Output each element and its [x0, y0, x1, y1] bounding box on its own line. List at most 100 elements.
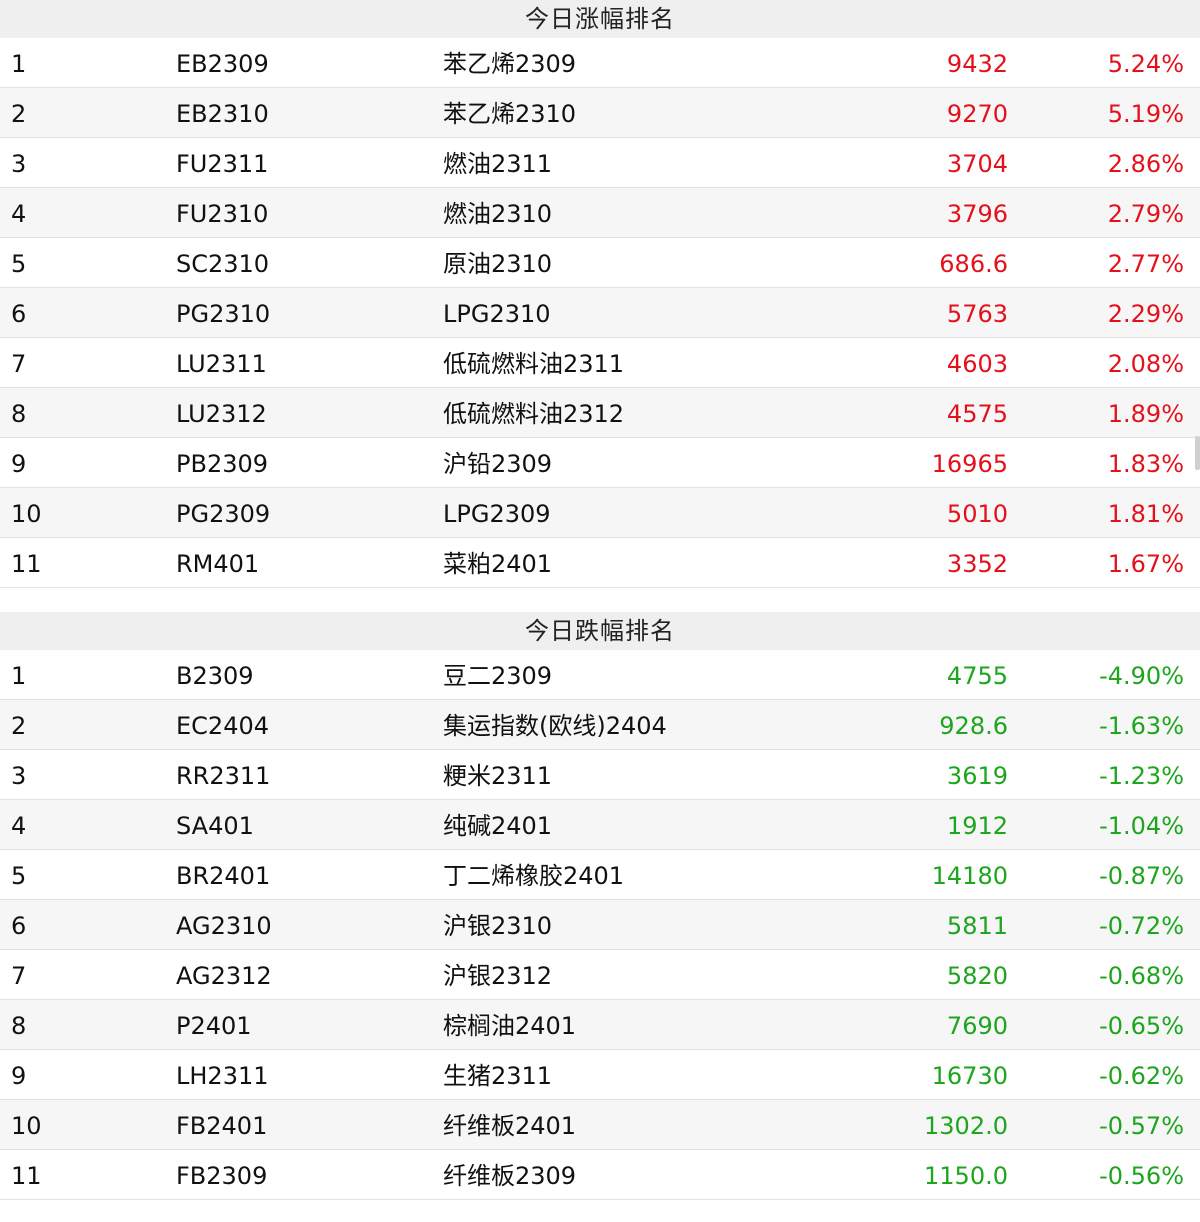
name-cell: 集运指数(欧线)2404	[443, 712, 667, 740]
name-cell: 燃油2310	[443, 200, 553, 228]
table-row[interactable]: 9 LH2311 生猪2311 16730 -0.62%	[0, 1050, 1200, 1100]
change-cell: -0.57%	[1099, 1112, 1184, 1140]
name-cell: 生猪2311	[443, 1062, 553, 1090]
price-cell: 3619	[946, 762, 1008, 790]
gainers-panel[interactable]: 今日涨幅排名 1 EB2309 苯乙烯2309 9432 5.24% 2 EB2310 苯乙烯…	[0, 0, 1200, 612]
name-cell: 沪银2310	[443, 912, 553, 940]
price-cell: 4755	[946, 662, 1008, 690]
name-cell: 粳米2311	[443, 762, 553, 790]
rank-cell: 11	[11, 550, 42, 578]
change-cell: -1.23%	[1099, 762, 1184, 790]
name-cell: 沪银2312	[443, 962, 553, 990]
change-cell: 1.89%	[1107, 400, 1184, 428]
price-cell: 3352	[946, 550, 1008, 578]
code-cell: B2309	[176, 662, 254, 690]
name-cell: LPG2309	[443, 500, 551, 528]
losers-panel[interactable]: 今日跌幅排名 1 B2309 豆二2309 4755 -4.90% 2 EC2404 集运指数…	[0, 612, 1200, 1222]
table-row[interactable]: 10 PG2309 LPG2309 5010 1.81%	[0, 488, 1200, 538]
name-cell: 低硫燃料油2312	[443, 400, 625, 428]
code-cell: LU2311	[176, 350, 267, 378]
code-cell: RR2311	[176, 762, 271, 790]
losers-list[interactable]: 1 B2309 豆二2309 4755 -4.90% 2 EC2404 集运指数(欧线)240…	[0, 650, 1200, 1200]
name-cell: 豆二2309	[443, 662, 553, 690]
price-cell: 4603	[946, 350, 1008, 378]
rank-cell: 10	[11, 1112, 42, 1140]
rank-cell: 1	[11, 50, 27, 78]
rank-cell: 6	[11, 300, 27, 328]
table-row[interactable]: 4 FU2310 燃油2310 3796 2.79%	[0, 188, 1200, 238]
code-cell: SA401	[176, 812, 254, 840]
name-cell: 菜粕2401	[443, 550, 553, 578]
table-row[interactable]: 8 LU2312 低硫燃料油2312 4575 1.89%	[0, 388, 1200, 438]
table-row[interactable]: 1 EB2309 苯乙烯2309 9432 5.24%	[0, 38, 1200, 88]
change-cell: -0.68%	[1099, 962, 1184, 990]
table-row[interactable]: 6 PG2310 LPG2310 5763 2.29%	[0, 288, 1200, 338]
table-row[interactable]: 6 AG2310 沪银2310 5811 -0.72%	[0, 900, 1200, 950]
change-cell: 1.83%	[1107, 450, 1184, 478]
change-cell: -0.62%	[1099, 1062, 1184, 1090]
table-row[interactable]: 11 RM401 菜粕2401 3352 1.67%	[0, 538, 1200, 588]
code-cell: FU2310	[176, 200, 269, 228]
code-cell: P2401	[176, 1012, 252, 1040]
change-cell: -4.90%	[1099, 662, 1184, 690]
change-cell: 1.67%	[1107, 550, 1184, 578]
table-row[interactable]: 7 AG2312 沪银2312 5820 -0.68%	[0, 950, 1200, 1000]
rank-cell: 4	[11, 812, 27, 840]
price-cell: 5010	[946, 500, 1008, 528]
table-row[interactable]: 2 EC2404 集运指数(欧线)2404 928.6 -1.63%	[0, 700, 1200, 750]
rank-cell: 7	[11, 350, 27, 378]
code-cell: FB2309	[176, 1162, 268, 1190]
price-cell: 16730	[931, 1062, 1008, 1090]
change-cell: 2.77%	[1107, 250, 1184, 278]
rank-cell: 10	[11, 500, 42, 528]
change-cell: -0.87%	[1099, 862, 1184, 890]
rank-cell: 8	[11, 400, 27, 428]
name-cell: LPG2310	[443, 300, 551, 328]
price-cell: 1302.0	[924, 1112, 1008, 1140]
name-cell: 丁二烯橡胶2401	[443, 862, 625, 890]
rank-cell: 6	[11, 912, 27, 940]
code-cell: FU2311	[176, 150, 269, 178]
code-cell: EB2309	[176, 50, 269, 78]
rank-cell: 1	[11, 662, 27, 690]
price-cell: 3796	[946, 200, 1008, 228]
price-cell: 686.6	[939, 250, 1008, 278]
table-row[interactable]: 5 SC2310 原油2310 686.6 2.77%	[0, 238, 1200, 288]
table-row[interactable]: 3 FU2311 燃油2311 3704 2.86%	[0, 138, 1200, 188]
gainers-scrollbar[interactable]	[1195, 436, 1200, 470]
table-row[interactable]: 11 FB2309 纤维板2309 1150.0 -0.56%	[0, 1150, 1200, 1200]
rank-cell: 4	[11, 200, 27, 228]
rank-cell: 9	[11, 1062, 27, 1090]
table-row[interactable]: 8 P2401 棕榈油2401 7690 -0.65%	[0, 1000, 1200, 1050]
price-cell: 5763	[946, 300, 1008, 328]
change-cell: -0.72%	[1099, 912, 1184, 940]
table-row[interactable]: 4 SA401 纯碱2401 1912 -1.04%	[0, 800, 1200, 850]
table-row[interactable]: 10 FB2401 纤维板2401 1302.0 -0.57%	[0, 1100, 1200, 1150]
gainers-list[interactable]: 1 EB2309 苯乙烯2309 9432 5.24% 2 EB2310 苯乙烯2310 927…	[0, 38, 1200, 588]
table-row[interactable]: 3 RR2311 粳米2311 3619 -1.23%	[0, 750, 1200, 800]
rank-cell: 7	[11, 962, 27, 990]
table-row[interactable]: 2 EB2310 苯乙烯2310 9270 5.19%	[0, 88, 1200, 138]
name-cell: 低硫燃料油2311	[443, 350, 625, 378]
rank-cell: 3	[11, 150, 27, 178]
code-cell: LH2311	[176, 1062, 269, 1090]
price-cell: 928.6	[939, 712, 1008, 740]
code-cell: AG2310	[176, 912, 272, 940]
rank-cell: 9	[11, 450, 27, 478]
change-cell: -0.65%	[1099, 1012, 1184, 1040]
name-cell: 棕榈油2401	[443, 1012, 577, 1040]
rank-cell: 8	[11, 1012, 27, 1040]
price-cell: 5820	[946, 962, 1008, 990]
price-cell: 9432	[946, 50, 1008, 78]
table-row[interactable]: 5 BR2401 丁二烯橡胶2401 14180 -0.87%	[0, 850, 1200, 900]
change-cell: 2.86%	[1107, 150, 1184, 178]
change-cell: 5.24%	[1107, 50, 1184, 78]
price-cell: 1912	[946, 812, 1008, 840]
name-cell: 纯碱2401	[443, 812, 553, 840]
losers-title: 今日跌幅排名	[0, 612, 1200, 650]
table-row[interactable]: 7 LU2311 低硫燃料油2311 4603 2.08%	[0, 338, 1200, 388]
rank-cell: 2	[11, 712, 27, 740]
table-row[interactable]: 1 B2309 豆二2309 4755 -4.90%	[0, 650, 1200, 700]
table-row[interactable]: 9 PB2309 沪铅2309 16965 1.83%	[0, 438, 1200, 488]
rank-cell: 3	[11, 762, 27, 790]
